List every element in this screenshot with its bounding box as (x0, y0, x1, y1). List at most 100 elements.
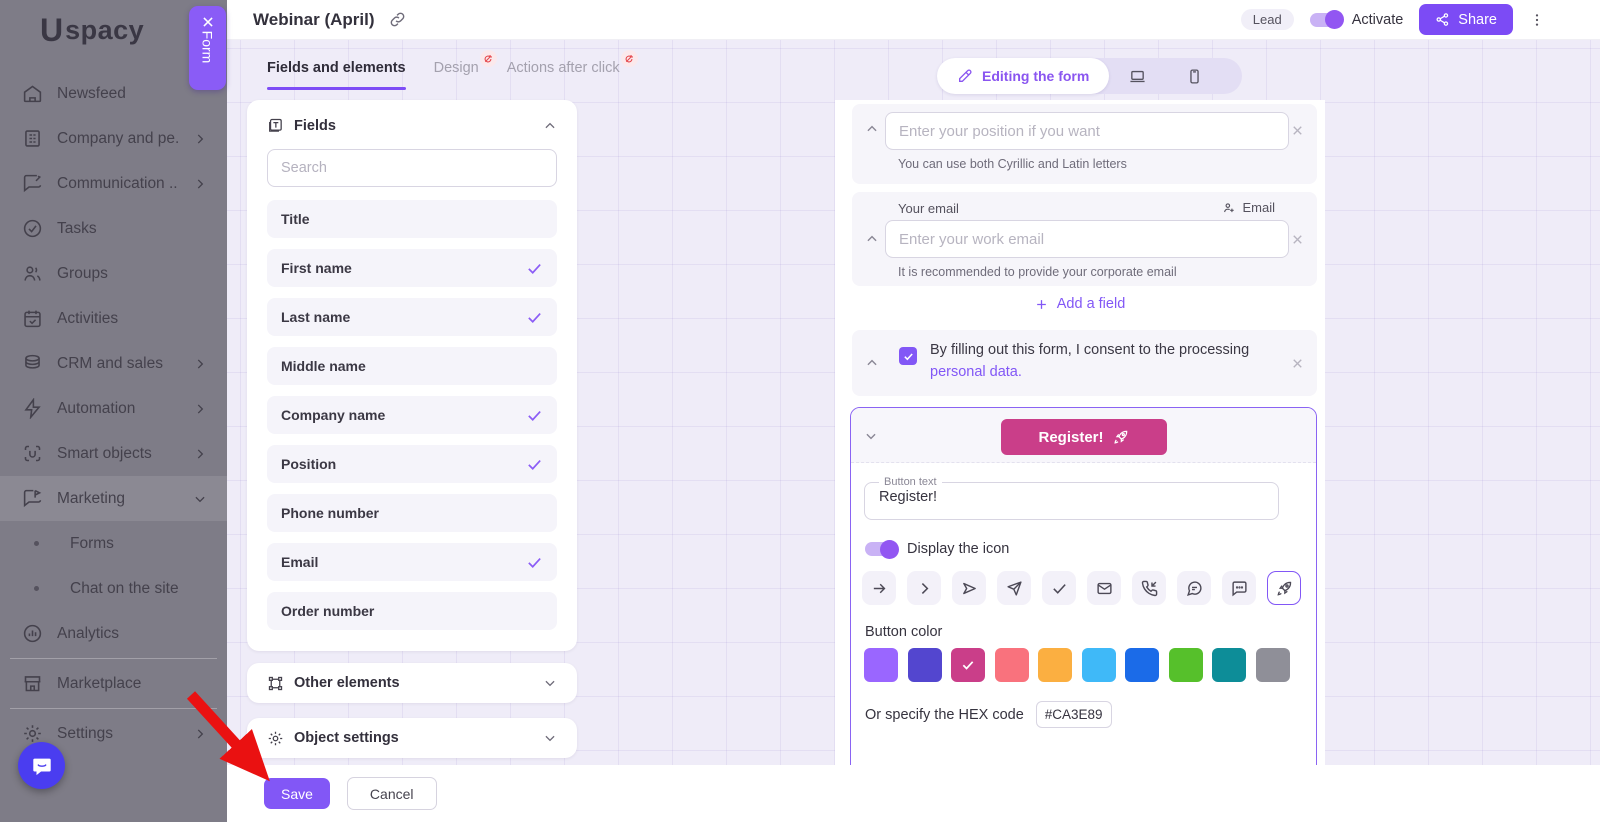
sidebar-item-company[interactable]: Company and pe... (0, 116, 227, 161)
form-vertical-tab[interactable]: Form (189, 6, 226, 90)
consent-block[interactable]: By filling out this form, I consent to t… (852, 330, 1317, 396)
tab-fields-and-elements[interactable]: Fields and elements (267, 60, 406, 90)
sidebar-item-forms[interactable]: Forms (0, 521, 227, 566)
color-swatch[interactable] (995, 648, 1029, 682)
color-swatch[interactable] (864, 648, 898, 682)
editor-header: Webinar (April) Lead Activate Share (227, 0, 1600, 40)
share-button[interactable]: Share (1419, 4, 1513, 35)
other-elements-section[interactable]: Other elements (247, 663, 577, 703)
submit-button-block[interactable]: Register! Button text Display the icon (850, 407, 1317, 765)
sidebar-item-tasks[interactable]: Tasks (0, 206, 227, 251)
remove-field-icon[interactable] (1290, 356, 1305, 371)
chevron-right-icon[interactable] (907, 571, 941, 605)
position-input[interactable] (885, 112, 1289, 150)
comment-circle-icon[interactable] (1177, 571, 1211, 605)
mode-mobile-preview[interactable] (1166, 68, 1223, 85)
sidebar-item-label: Settings (57, 725, 179, 743)
check-icon (526, 260, 543, 277)
field-item-order-number[interactable]: Order number (267, 592, 557, 630)
field-item-company-name[interactable]: Company name (267, 396, 557, 434)
chevron-down-icon[interactable] (543, 676, 557, 690)
field-item-position[interactable]: Position (267, 445, 557, 483)
display-icon-toggle[interactable] (865, 542, 897, 556)
sidebar-item-crm[interactable]: CRM and sales (0, 341, 227, 386)
color-swatch[interactable] (1038, 648, 1072, 682)
personal-data-link[interactable]: personal data. (930, 364, 1022, 380)
chat-pen-icon (22, 173, 43, 194)
field-item-first-name[interactable]: First name (267, 249, 557, 287)
chevron-up-icon[interactable] (865, 356, 879, 370)
add-field-button[interactable]: Add a field (835, 296, 1325, 312)
email-input[interactable] (885, 220, 1289, 258)
field-item-middle-name[interactable]: Middle name (267, 347, 557, 385)
phone-incoming-icon[interactable] (1132, 571, 1166, 605)
sidebar-item-marketing[interactable]: Marketing (0, 476, 227, 521)
sidebar-nav: Newsfeed Company and pe... Communication… (0, 71, 227, 756)
support-chat-launcher[interactable] (18, 742, 65, 789)
editor-canvas: Fields and elements Design Actions after… (227, 40, 1600, 765)
position-field-block[interactable]: You can use both Cyrillic and Latin lett… (852, 104, 1317, 184)
color-swatch[interactable] (908, 648, 942, 682)
consent-checkbox[interactable] (899, 347, 917, 365)
field-item-title[interactable]: Title (267, 200, 557, 238)
field-item-phone-number[interactable]: Phone number (267, 494, 557, 532)
color-swatch[interactable] (1256, 648, 1290, 682)
color-swatch[interactable] (1212, 648, 1246, 682)
chevron-up-icon[interactable] (865, 232, 879, 246)
sidebar-item-smart-objects[interactable]: Smart objects (0, 431, 227, 476)
sidebar-item-label: CRM and sales (57, 355, 179, 373)
email-field-block[interactable]: Your email Email It is recommended to pr… (852, 192, 1317, 286)
remove-field-icon[interactable] (1290, 232, 1305, 247)
rocket-icon[interactable] (1267, 571, 1301, 605)
button-text-input[interactable] (873, 489, 1258, 511)
color-swatch[interactable] (1125, 648, 1159, 682)
tab-label: Actions after click (507, 60, 620, 76)
tab-design[interactable]: Design (434, 60, 479, 90)
paper-plane-icon[interactable] (997, 571, 1031, 605)
mode-desktop-preview[interactable] (1109, 68, 1166, 85)
tab-actions-after-click[interactable]: Actions after click (507, 60, 620, 90)
chevron-down-icon (193, 492, 207, 506)
comment-dots-icon[interactable] (1222, 571, 1256, 605)
sidebar-item-chat-on-site[interactable]: Chat on the site (0, 566, 227, 611)
check-icon (526, 456, 543, 473)
color-swatch-selected[interactable] (951, 648, 985, 682)
sidebar-item-automation[interactable]: Automation (0, 386, 227, 431)
save-button[interactable]: Save (264, 778, 330, 809)
link-icon[interactable] (389, 11, 406, 28)
object-settings-section[interactable]: Object settings (247, 718, 577, 758)
field-item-last-name[interactable]: Last name (267, 298, 557, 336)
close-icon[interactable] (201, 15, 215, 29)
button-preview-area: Register! (851, 408, 1316, 463)
cancel-button[interactable]: Cancel (347, 777, 437, 810)
fields-panel-header[interactable]: Fields (267, 117, 557, 134)
sidebar-item-communication[interactable]: Communication ... (0, 161, 227, 206)
chevron-up-icon[interactable] (543, 119, 557, 133)
mode-editing-form[interactable]: Editing the form (937, 58, 1109, 94)
chevron-up-icon[interactable] (865, 122, 879, 136)
arrow-right-icon[interactable] (862, 571, 896, 605)
field-item-email[interactable]: Email (267, 543, 557, 581)
color-swatch[interactable] (1082, 648, 1116, 682)
sidebar-divider (10, 708, 217, 709)
send-icon[interactable] (952, 571, 986, 605)
color-swatch[interactable] (1169, 648, 1203, 682)
chevron-down-icon[interactable] (543, 731, 557, 745)
hex-code-row: Or specify the HEX code (865, 701, 1112, 728)
register-button-preview[interactable]: Register! (1001, 419, 1167, 455)
kebab-menu-icon[interactable] (1529, 11, 1545, 29)
sidebar-item-analytics[interactable]: Analytics (0, 611, 227, 656)
envelope-icon[interactable] (1087, 571, 1121, 605)
sidebar-item-label: Groups (57, 265, 207, 283)
sidebar-item-activities[interactable]: Activities (0, 296, 227, 341)
sidebar-item-marketplace[interactable]: Marketplace (0, 661, 227, 706)
editor-footer: Save Cancel (227, 765, 1600, 822)
activate-toggle[interactable] (1310, 13, 1342, 27)
hex-code-input[interactable] (1036, 701, 1112, 728)
check-icon[interactable] (1042, 571, 1076, 605)
chevron-down-icon[interactable] (864, 429, 878, 443)
remove-field-icon[interactable] (1290, 123, 1305, 138)
sidebar-item-groups[interactable]: Groups (0, 251, 227, 296)
field-label: Phone number (281, 505, 379, 521)
fields-search-input[interactable] (267, 149, 557, 187)
